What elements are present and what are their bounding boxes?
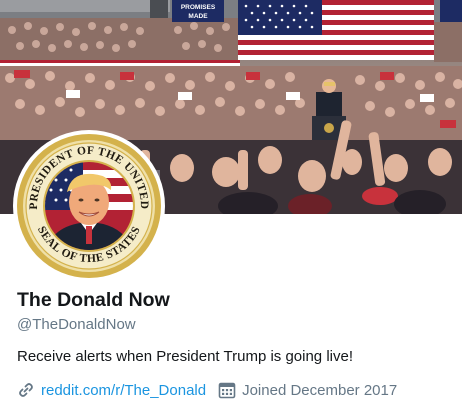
profile-handle: @TheDonaldNow	[17, 316, 136, 333]
profile-display-name: The Donald Now	[17, 289, 170, 311]
svg-text:MADE: MADE	[188, 13, 208, 20]
flag-image	[238, 0, 434, 60]
profile-meta-row: reddit.com/r/The_Donald Joined December …	[17, 380, 397, 400]
presidential-seal-image: PRESIDENT OF THE UNITED SEAL OF THE STAT…	[17, 134, 161, 278]
profile-avatar[interactable]: PRESIDENT OF THE UNITED SEAL OF THE STAT…	[13, 130, 165, 282]
profile-bio: Receive alerts when President Trump is g…	[17, 348, 353, 365]
calendar-icon	[218, 381, 236, 399]
sign-promises-made: PROMISES	[181, 4, 216, 11]
link-icon	[17, 381, 35, 399]
profile-website-link[interactable]: reddit.com/r/The_Donald	[41, 382, 206, 399]
profile-joined-date: Joined December 2017	[242, 381, 398, 399]
